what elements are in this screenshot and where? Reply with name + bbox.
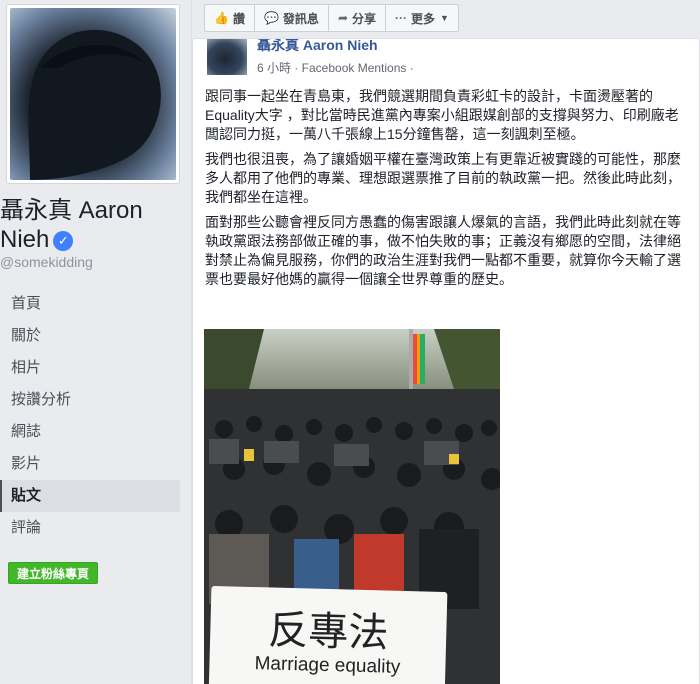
post-paragraph: 我們也很沮喪，為了讓婚姻平權在臺灣政策上有更靠近被實踐的可能性，那麼多人都用了他… <box>205 151 681 205</box>
post-timestamp[interactable]: 6 小時 · Facebook Mentions · <box>257 59 414 76</box>
sidebar-item-photos[interactable]: 相片 <box>0 352 180 384</box>
sidebar-nav: 首頁 關於 相片 按讚分析 網誌 影片 貼文 評論 <box>0 288 180 544</box>
post-photo[interactable]: 反專法 Marriage equality <box>204 329 500 684</box>
thumbs-up-icon: 👍 <box>214 11 229 25</box>
post-body: 跟同事一起坐在青島東，我們競選期間負責彩虹卡的設計，卡面燙壓著的Equality… <box>205 87 681 295</box>
main-column: 👍 讚 💬 發訊息 ➦ 分享 ··· 更多 ▼ 聶永真 Aaron Nieh 6 小時 ·… <box>192 0 700 684</box>
post-paragraph: 面對那些公聽會裡反同方愚蠢的傷害跟讓人爆氣的言語，我們此時此刻就在等執政黨跟法務… <box>205 214 681 287</box>
post-author-link[interactable]: 聶永真 Aaron Nieh <box>257 39 378 55</box>
profile-picture[interactable] <box>6 4 180 184</box>
more-button[interactable]: ··· 更多 ▼ <box>386 5 458 31</box>
chevron-down-icon: ▼ <box>440 13 449 23</box>
left-column: 聶永真 Aaron Nieh ✓ @somekidding 首頁 關於 相片 按讚… <box>0 0 192 684</box>
message-button[interactable]: 💬 發訊息 <box>255 5 329 31</box>
sidebar-item-likes[interactable]: 按讚分析 <box>0 384 180 416</box>
protest-sign: 反專法 Marriage equality <box>208 585 448 684</box>
post-paragraph: 跟同事一起坐在青島東，我們競選期間負責彩虹卡的設計，卡面燙壓著的Equality… <box>205 88 679 142</box>
post-header: 聶永真 Aaron Nieh 6 小時 · Facebook Mentions … <box>205 39 685 79</box>
like-button[interactable]: 👍 讚 <box>205 5 255 31</box>
username[interactable]: @somekidding <box>0 254 93 270</box>
create-page-button[interactable]: 建立粉絲專頁 <box>8 562 99 584</box>
profile-photo <box>10 8 176 180</box>
page-title: 聶永真 Aaron Nieh ✓ <box>0 197 143 253</box>
sidebar-item-home[interactable]: 首頁 <box>0 288 180 320</box>
sidebar-item-about[interactable]: 關於 <box>0 320 180 352</box>
sign-chinese-text: 反專法 <box>267 607 389 657</box>
page-action-bar: 👍 讚 💬 發訊息 ➦ 分享 ··· 更多 ▼ <box>204 4 459 32</box>
sidebar-item-reviews[interactable]: 評論 <box>0 512 180 544</box>
verified-badge-icon: ✓ <box>53 231 74 251</box>
sidebar-item-videos[interactable]: 影片 <box>0 448 180 480</box>
author-avatar[interactable] <box>207 39 247 75</box>
message-icon: 💬 <box>263 11 279 25</box>
sidebar-item-notes[interactable]: 網誌 <box>0 416 180 448</box>
sidebar-item-posts[interactable]: 貼文 <box>0 480 180 512</box>
share-arrow-icon: ➦ <box>337 11 348 25</box>
ellipsis-icon: ··· <box>395 11 408 25</box>
share-button[interactable]: ➦ 分享 <box>329 5 387 31</box>
post-card: 聶永真 Aaron Nieh 6 小時 · Facebook Mentions … <box>192 38 700 684</box>
